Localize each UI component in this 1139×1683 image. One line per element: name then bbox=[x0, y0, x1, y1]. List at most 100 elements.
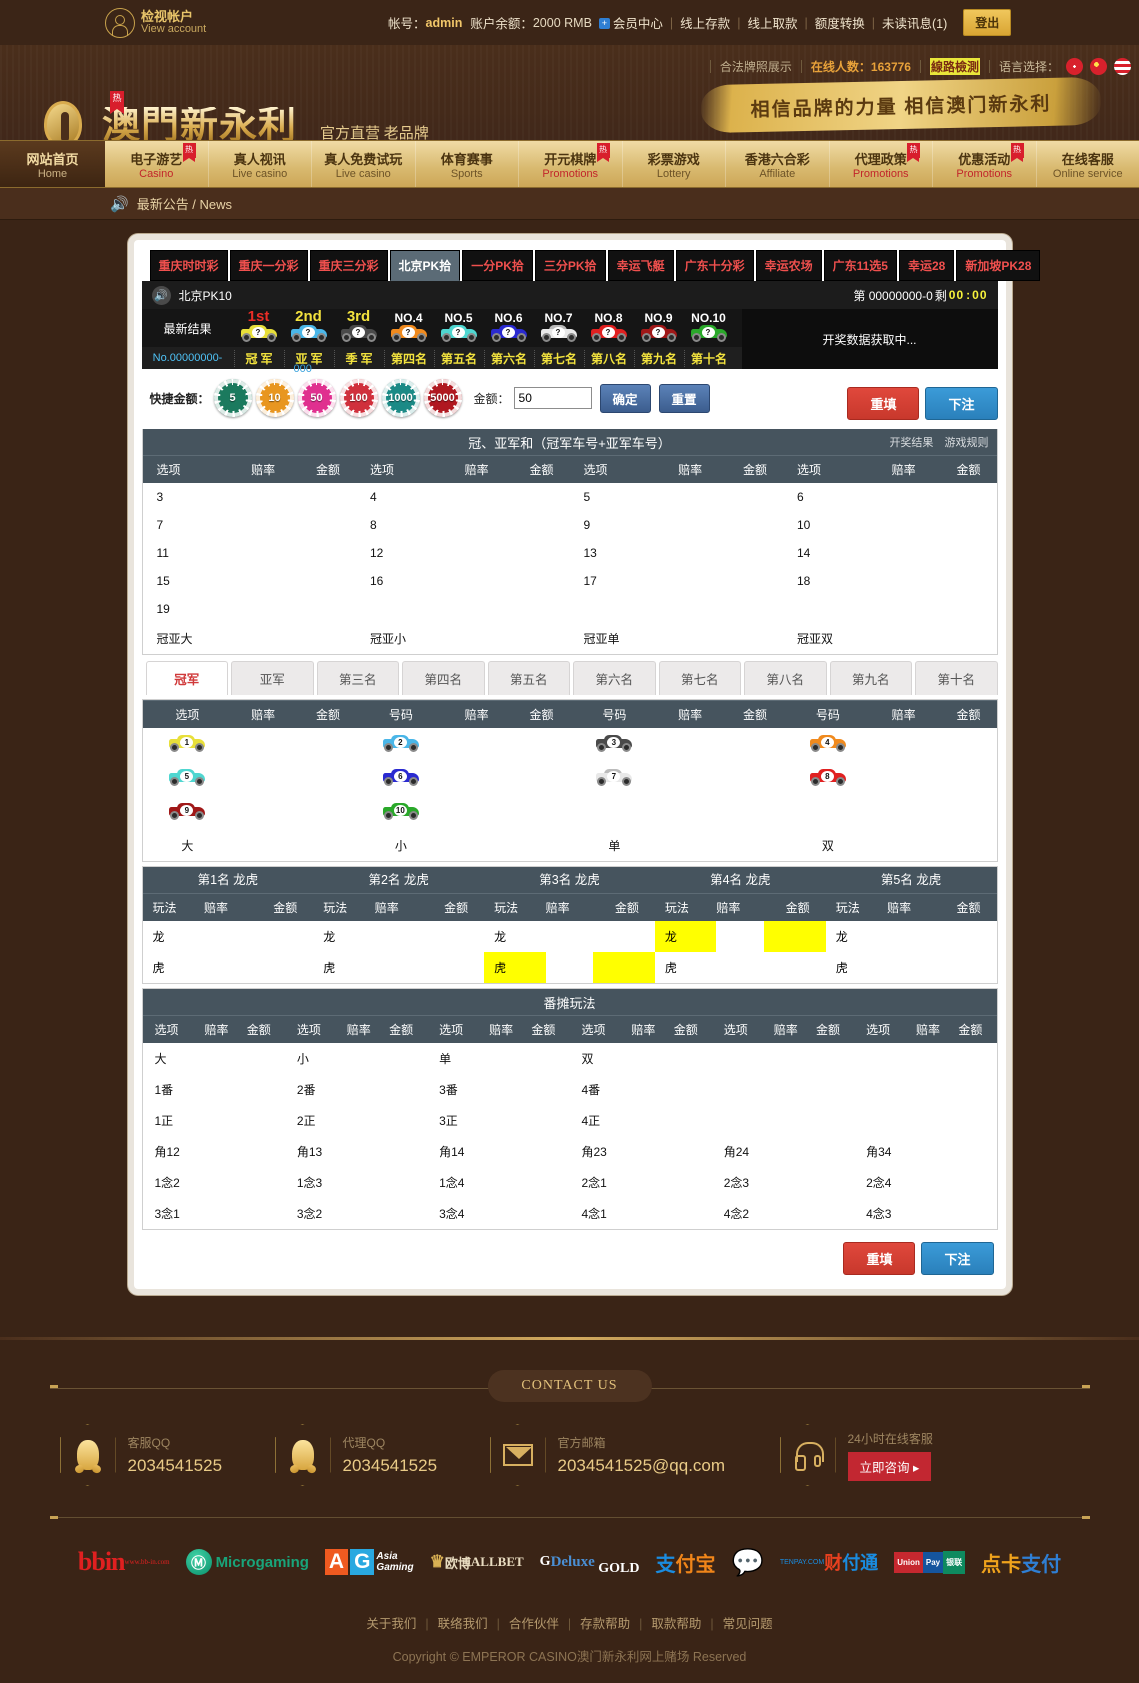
bet-option[interactable]: 小 bbox=[356, 837, 446, 854]
bet-option[interactable]: 14 bbox=[783, 546, 873, 560]
bet-option[interactable]: 4 bbox=[783, 735, 873, 755]
link-withdraw[interactable]: 线上取款 bbox=[747, 13, 797, 32]
link-transfer[interactable]: 额度转换 bbox=[815, 13, 865, 32]
bet-option[interactable]: 龙 bbox=[484, 921, 545, 952]
footer-link-4[interactable]: 取款帮助 bbox=[651, 1617, 701, 1631]
bet-option[interactable]: 角12 bbox=[143, 1136, 197, 1167]
footer-link-0[interactable]: 关于我们 bbox=[366, 1617, 416, 1631]
bet-amount[interactable] bbox=[521, 1043, 569, 1074]
bet-amount[interactable] bbox=[379, 1198, 427, 1229]
bet-option[interactable]: 冠亚大 bbox=[143, 630, 233, 647]
bet-option[interactable]: 18 bbox=[783, 574, 873, 588]
car-option-8[interactable]: 8 bbox=[808, 769, 848, 786]
contact-value-2[interactable]: 2034541525@qq.com bbox=[558, 1456, 726, 1476]
bet-amount[interactable] bbox=[236, 1105, 284, 1136]
bet-amount[interactable] bbox=[379, 1074, 427, 1105]
confirm-button[interactable]: 确定 bbox=[600, 384, 651, 413]
nav-item-5[interactable]: 彩票游戏Lottery bbox=[623, 141, 727, 187]
bet-option[interactable]: 2 bbox=[356, 735, 446, 755]
bet-option[interactable]: 12 bbox=[356, 546, 446, 560]
bet-option[interactable]: 冠亚小 bbox=[356, 630, 446, 647]
bet-amount[interactable] bbox=[294, 735, 356, 755]
refill-button-top[interactable]: 重填 bbox=[847, 387, 919, 420]
nav-item-0[interactable]: 热电子游艺Casino bbox=[105, 141, 209, 187]
bet-amount[interactable] bbox=[294, 803, 356, 823]
bet-option[interactable]: 5 bbox=[570, 490, 660, 504]
bet-amount[interactable] bbox=[663, 1074, 711, 1105]
chip-50[interactable]: 50 bbox=[298, 379, 336, 417]
refill-button-bottom[interactable]: 重填 bbox=[843, 1242, 915, 1275]
bet-amount[interactable] bbox=[521, 1167, 569, 1198]
car-option-6[interactable]: 6 bbox=[381, 769, 421, 786]
bet-option[interactable]: 3番 bbox=[427, 1074, 481, 1105]
nav-item-9[interactable]: 在线客服Online service bbox=[1037, 141, 1139, 187]
bet-amount[interactable] bbox=[663, 1043, 711, 1074]
position-tab-4[interactable]: 第五名 bbox=[488, 661, 571, 695]
car-icon-10[interactable]: ? bbox=[689, 325, 729, 342]
view-account-button[interactable]: 检视帐户 View account bbox=[105, 8, 206, 38]
bet-option[interactable]: 大 bbox=[143, 837, 233, 854]
bet-option[interactable]: 4 bbox=[356, 490, 446, 504]
bet-option[interactable]: 龙 bbox=[655, 921, 716, 952]
car-icon-9[interactable]: ? bbox=[639, 325, 679, 342]
bet-amount[interactable] bbox=[935, 769, 997, 789]
bet-option[interactable]: 角24 bbox=[712, 1136, 766, 1167]
bet-amount[interactable] bbox=[764, 952, 825, 983]
bet-amount[interactable] bbox=[508, 630, 570, 647]
bet-amount[interactable] bbox=[379, 1105, 427, 1136]
bet-amount[interactable] bbox=[236, 1136, 284, 1167]
bet-amount[interactable] bbox=[721, 574, 783, 588]
bet-amount[interactable] bbox=[663, 1198, 711, 1229]
car-option-9[interactable]: 9 bbox=[167, 803, 207, 820]
bet-amount[interactable] bbox=[935, 952, 996, 983]
bet-option[interactable]: 3念4 bbox=[427, 1198, 481, 1229]
bet-option[interactable]: 角13 bbox=[285, 1136, 339, 1167]
plus-icon[interactable]: + bbox=[599, 18, 610, 29]
bet-option[interactable]: 虎 bbox=[313, 952, 374, 983]
bet-option[interactable]: 双 bbox=[569, 1043, 623, 1074]
car-icon-8[interactable]: ? bbox=[589, 325, 629, 342]
position-tab-2[interactable]: 第三名 bbox=[317, 661, 400, 695]
bet-amount[interactable] bbox=[508, 490, 570, 504]
lottery-tab-7[interactable]: 广东十分彩 bbox=[676, 250, 754, 281]
nav-item-2[interactable]: 真人免费试玩Live casino bbox=[312, 141, 416, 187]
bet-amount[interactable] bbox=[663, 1136, 711, 1167]
lottery-tab-4[interactable]: 一分PK拾 bbox=[462, 250, 533, 281]
bet-option[interactable]: 9 bbox=[570, 518, 660, 532]
nav-item-4[interactable]: 热开元棋牌Promotions bbox=[519, 141, 623, 187]
lottery-tab-2[interactable]: 重庆三分彩 bbox=[310, 250, 388, 281]
bet-amount[interactable] bbox=[935, 490, 997, 504]
chip-5[interactable]: 5 bbox=[214, 379, 252, 417]
bet-amount[interactable] bbox=[508, 837, 570, 854]
lottery-tab-6[interactable]: 幸运飞艇 bbox=[608, 250, 674, 281]
bet-option[interactable]: 2念4 bbox=[854, 1167, 908, 1198]
bet-option[interactable]: 9 bbox=[143, 803, 233, 823]
bet-option[interactable]: 角14 bbox=[427, 1136, 481, 1167]
lottery-tab-9[interactable]: 广东11选5 bbox=[824, 250, 897, 281]
bet-amount[interactable] bbox=[236, 1167, 284, 1198]
bet-amount[interactable] bbox=[294, 602, 356, 616]
bet-amount[interactable] bbox=[721, 546, 783, 560]
bet-amount[interactable] bbox=[521, 1136, 569, 1167]
lottery-tab-8[interactable]: 幸运农场 bbox=[756, 250, 822, 281]
line-check-link[interactable]: 線路檢測 bbox=[930, 58, 980, 75]
bet-amount[interactable] bbox=[806, 1136, 854, 1167]
bet-button-top[interactable]: 下注 bbox=[925, 387, 997, 420]
bet-amount[interactable] bbox=[521, 1074, 569, 1105]
bet-amount[interactable] bbox=[508, 546, 570, 560]
bet-option[interactable]: 虎 bbox=[826, 952, 887, 983]
bet-option[interactable]: 6 bbox=[356, 769, 446, 789]
bet-amount[interactable] bbox=[294, 490, 356, 504]
bet-option[interactable]: 单 bbox=[427, 1043, 481, 1074]
bet-amount[interactable] bbox=[508, 769, 570, 789]
bet-amount[interactable] bbox=[721, 518, 783, 532]
bet-amount[interactable] bbox=[236, 1198, 284, 1229]
bet-option[interactable]: 龙 bbox=[313, 921, 374, 952]
cn-flag-icon[interactable] bbox=[1090, 58, 1107, 75]
car-icon-1[interactable]: ? bbox=[239, 325, 279, 342]
bet-amount[interactable] bbox=[935, 921, 996, 952]
car-option-3[interactable]: 3 bbox=[594, 735, 634, 752]
car-icon-6[interactable]: ? bbox=[489, 325, 529, 342]
bet-amount[interactable] bbox=[521, 1198, 569, 1229]
bet-amount[interactable] bbox=[379, 1167, 427, 1198]
